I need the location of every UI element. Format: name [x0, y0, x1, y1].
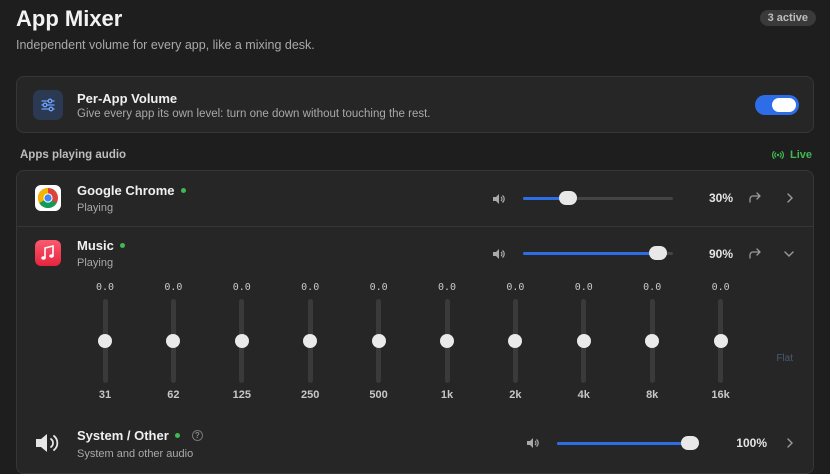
- speaker-icon: [527, 438, 539, 448]
- volume-fill: [523, 252, 658, 255]
- eq-band-label: 8k: [646, 389, 659, 401]
- volume-thumb[interactable]: [649, 246, 667, 260]
- active-count-badge: 3 active: [759, 10, 816, 26]
- speaker-icon: [493, 249, 505, 259]
- eq-band-value: 0.0: [369, 282, 388, 293]
- volume-slider[interactable]: [557, 436, 699, 450]
- chrome-icon: [35, 185, 61, 211]
- route-arrow-icon[interactable]: [748, 247, 762, 261]
- app-name-label: Google Chrome: [77, 183, 175, 198]
- eq-band-thumb[interactable]: [98, 334, 112, 348]
- eq-band-label: 250: [301, 389, 320, 401]
- chevron-right-icon[interactable]: [785, 192, 795, 204]
- per-app-volume-card: Per-App Volume Give every app its own le…: [16, 76, 814, 133]
- broadcast-icon: [772, 150, 784, 160]
- eq-band-value: 0.0: [506, 282, 525, 293]
- eq-band-value: 0.0: [95, 282, 115, 293]
- app-status: Playing: [77, 202, 114, 214]
- per-app-volume-toggle[interactable]: [755, 95, 799, 115]
- speaker-icon: [493, 194, 505, 204]
- apps-list: Google Chrome Playing 30% Music Playing …: [16, 170, 814, 474]
- eq-band-label: 16k: [711, 389, 730, 401]
- feature-description: Give every app its own level: turn one d…: [77, 108, 431, 120]
- eq-band-thumb[interactable]: [371, 334, 386, 348]
- live-label: Live: [789, 149, 812, 161]
- eq-band-label: 2k: [509, 389, 522, 401]
- eq-band-thumb[interactable]: [508, 334, 523, 348]
- eq-band-label: 4k: [577, 389, 590, 401]
- eq-band-label: 500: [369, 389, 388, 401]
- page-title: App Mixer: [16, 6, 123, 31]
- eq-band-value: 0.0: [164, 282, 183, 293]
- volume-slider[interactable]: [523, 191, 673, 205]
- eq-band-thumb[interactable]: [713, 334, 728, 348]
- speaker-icon: [36, 434, 59, 452]
- eq-band-value: 0.0: [437, 282, 457, 293]
- chevron-right-icon[interactable]: [785, 437, 795, 449]
- app-name: System / Other?: [77, 428, 203, 443]
- eq-band-label: 31: [98, 389, 112, 401]
- eq-band-label: 1k: [440, 389, 454, 401]
- active-dot: [119, 243, 125, 248]
- eq-band-value: 0.0: [574, 282, 593, 293]
- eq-band-value: 0.0: [232, 282, 251, 293]
- volume-percent: 100%: [736, 436, 767, 450]
- volume-thumb[interactable]: [681, 436, 699, 450]
- app-name: Google Chrome: [77, 183, 186, 198]
- row-divider: [17, 226, 813, 227]
- feature-title: Per-App Volume: [77, 91, 178, 106]
- page-subtitle: Independent volume for every app, like a…: [16, 38, 315, 52]
- chevron-down-icon[interactable]: [783, 249, 795, 259]
- help-icon[interactable]: ?: [191, 430, 203, 441]
- toggle-knob: [772, 98, 796, 112]
- section-label: Apps playing audio: [20, 149, 127, 161]
- eq-band-thumb[interactable]: [440, 334, 454, 348]
- eq-band-value: 0.0: [301, 282, 320, 293]
- live-indicator: Live: [770, 149, 812, 161]
- app-name: Music: [77, 238, 125, 253]
- volume-slider[interactable]: [523, 246, 673, 260]
- sliders-icon: [33, 90, 63, 120]
- app-name-label: System / Other: [77, 428, 169, 443]
- active-dot: [174, 433, 180, 438]
- eq-band-thumb[interactable]: [234, 334, 249, 348]
- volume-fill: [557, 442, 699, 445]
- music-icon: [35, 240, 61, 266]
- eq-band-thumb[interactable]: [645, 334, 660, 348]
- flat-button[interactable]: Flat: [770, 351, 799, 366]
- app-status: System and other audio: [77, 448, 194, 460]
- eq-band-label: 62: [167, 389, 180, 401]
- volume-percent: 90%: [708, 247, 733, 261]
- eq-band-value: 0.0: [711, 282, 730, 293]
- eq-band-label: 125: [232, 389, 251, 401]
- volume-percent: 30%: [708, 191, 733, 205]
- eq-band-thumb[interactable]: [303, 334, 318, 348]
- eq-band-value: 0.0: [643, 282, 662, 293]
- eq-band-thumb[interactable]: [576, 334, 591, 348]
- volume-thumb[interactable]: [559, 191, 577, 205]
- app-name-label: Music: [77, 238, 114, 253]
- route-arrow-icon[interactable]: [748, 191, 762, 205]
- app-status: Playing: [77, 257, 114, 269]
- active-dot: [180, 188, 186, 193]
- eq-band-thumb[interactable]: [166, 334, 181, 348]
